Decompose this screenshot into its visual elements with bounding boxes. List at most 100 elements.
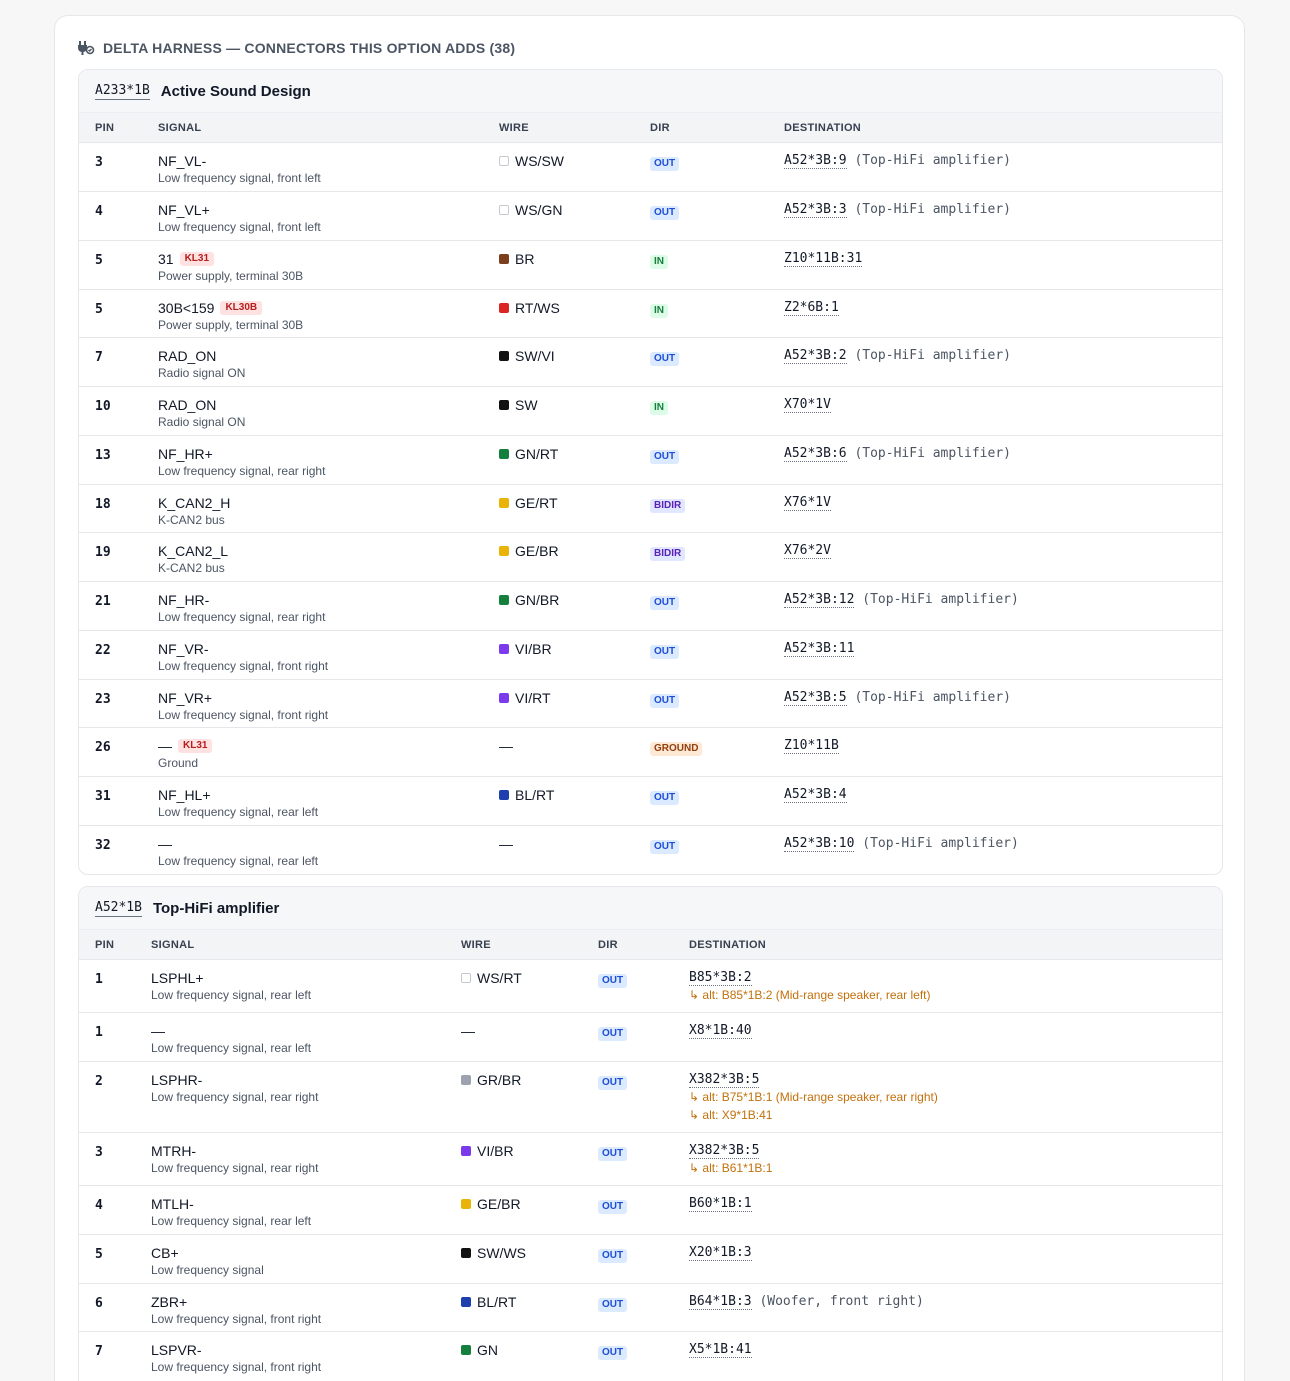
pin-number: 18 [95,497,111,512]
table-row: 1 — Low frequency signal, rear left — OUT X8*… [79,1013,1222,1062]
signal-name: NF_HL+ [158,787,211,803]
col-wire: WIRE [499,121,529,134]
direction-badge: OUT [598,1027,628,1041]
table-row: 13 NF_HR+ Low frequency signal, rear right… [79,436,1222,485]
table-row: 5 30B<159 KL30B Power supply, terminal 30B R… [79,290,1222,338]
pin-number: 4 [95,204,103,219]
destination-link[interactable]: X70*1V [784,397,831,413]
wire-color-swatch [461,1345,471,1355]
alt-destination[interactable]: ↳ alt: X9*1B:41 [689,1106,1222,1124]
alt-destination[interactable]: ↳ alt: B75*1B:1 (Mid-range speaker, rear… [689,1088,1222,1106]
signal-name: NF_HR+ [158,446,213,462]
signal-description: Low frequency signal [151,1263,264,1277]
wire-code: GN/BR [515,592,560,608]
direction-badge: IN [650,401,668,415]
signal-description: Low frequency signal, rear right [151,1090,319,1104]
destination-link[interactable]: X76*2V [784,543,831,559]
alt-destination[interactable]: ↳ alt: B85*1B:2 (Mid-range speaker, rear… [689,986,1222,1004]
destination-link[interactable]: A52*3B:12 [784,592,855,608]
signal-description: Low frequency signal, rear right [158,610,326,624]
direction-badge: OUT [598,1298,628,1312]
direction-badge: OUT [598,1200,628,1214]
wire-code: VI/BR [477,1143,514,1159]
destination-link[interactable]: Z10*11B [784,738,839,754]
table-row: 4 MTLH- Low frequency signal, rear left GE/… [79,1186,1222,1235]
destination-link[interactable]: Z10*11B:31 [784,251,863,267]
direction-badge: OUT [650,206,680,220]
destination-link[interactable]: X382*3B:5 [689,1072,760,1088]
pin-number: 3 [95,155,103,170]
pin-number: 31 [95,789,111,804]
signal-description: Low frequency signal, rear left [151,988,312,1002]
signal-description: Radio signal ON [158,415,246,429]
direction-badge: OUT [598,1076,628,1090]
destination-link[interactable]: X8*1B:40 [689,1023,752,1039]
destination-link[interactable]: A52*3B:6 [784,446,847,462]
destination-link[interactable]: X5*1B:41 [689,1342,752,1358]
destination-link[interactable]: X76*1V [784,495,831,511]
destination-link[interactable]: A52*3B:4 [784,787,847,803]
table-header: PIN SIGNAL WIRE DIR DESTINATION [79,113,1222,143]
col-dir: DIR [598,938,618,951]
table-row: 5 31 KL31 Power supply, terminal 30B BR IN Z10… [79,241,1222,290]
wire-color-swatch [499,790,509,800]
destination-link[interactable]: Z2*6B:1 [784,300,839,316]
pin-number: 6 [95,1296,103,1311]
table-row: 19 K_CAN2_L K-CAN2 bus GE/BR BIDIR X76*2V [79,533,1222,582]
destination-link[interactable]: B60*1B:1 [689,1196,752,1212]
destination-link[interactable]: A52*3B:9 [784,153,847,169]
destination-link[interactable]: B85*3B:2 [689,970,752,986]
destination-link[interactable]: B64*1B:3 [689,1294,752,1310]
signal-description: Low frequency signal, front right [151,1360,322,1374]
table-row: 22 NF_VR- Low frequency signal, front righ… [79,631,1222,680]
wire-color-swatch [499,254,509,264]
table-row: 7 RAD_ON Radio signal ON SW/VI OUT A52*3B:2 (… [79,338,1222,387]
direction-badge: BIDIR [650,499,686,513]
signal-description: Low frequency signal, front right [151,1312,322,1326]
table-row: 3 MTRH- Low frequency signal, rear right VI… [79,1133,1222,1186]
connector-header: A52*1B Top-HiFi amplifier [79,887,1222,930]
wire-code: RT/WS [515,300,560,316]
signal-description: Ground [158,756,199,770]
direction-badge: OUT [650,840,680,854]
connector-card: A233*1B Active Sound Design PIN SIGNAL WIRE D… [78,69,1223,875]
signal-name: ZBR+ [151,1294,188,1310]
wire-code: VI/BR [515,641,552,657]
destination-link[interactable]: A52*3B:3 [784,202,847,218]
alt-destination[interactable]: ↳ alt: B61*1B:1 [689,1159,1222,1177]
destination-link[interactable]: A52*3B:10 [784,836,855,852]
destination-link[interactable]: X382*3B:5 [689,1143,760,1159]
table-row: 1 LSPHL+ Low frequency signal, rear left WS… [79,960,1222,1013]
signal-name: NF_VL+ [158,202,210,218]
signal-name: MTRH- [151,1143,197,1159]
connector-id-link[interactable]: A52*1B [95,900,142,917]
wire-color-swatch [499,693,509,703]
signal-name: — [151,1023,165,1039]
pin-number: 1 [95,972,103,987]
destination-link[interactable]: A52*3B:5 [784,690,847,706]
table-header: PIN SIGNAL WIRE DIR DESTINATION [79,930,1222,960]
plug-icon [78,41,95,55]
direction-badge: OUT [598,1147,628,1161]
col-wire: WIRE [461,938,491,951]
pin-number: 22 [95,643,111,658]
connector-id-link[interactable]: A233*1B [95,83,150,100]
pin-number: 7 [95,1344,103,1359]
signal-name: NF_VR- [158,641,209,657]
destination-note: (Top-HiFi amplifier) [854,202,1011,217]
wire-color-swatch [499,156,509,166]
destination-note: (Top-HiFi amplifier) [854,690,1011,705]
wire-color-swatch [461,1199,471,1209]
destination-link[interactable]: A52*3B:2 [784,348,847,364]
signal-name: LSPVR- [151,1342,202,1358]
col-destination: DESTINATION [784,121,862,134]
pin-number: 10 [95,399,111,414]
destination-note: (Top-HiFi amplifier) [854,153,1011,168]
signal-description: Low frequency signal, rear left [151,1214,312,1228]
destination-link[interactable]: A52*3B:11 [784,641,855,657]
signal-name: 31 [158,251,174,267]
col-signal: SIGNAL [151,938,195,951]
table-row: 31 NF_HL+ Low frequency signal, rear left B… [79,777,1222,826]
signal-name: MTLH- [151,1196,194,1212]
destination-link[interactable]: X20*1B:3 [689,1245,752,1261]
